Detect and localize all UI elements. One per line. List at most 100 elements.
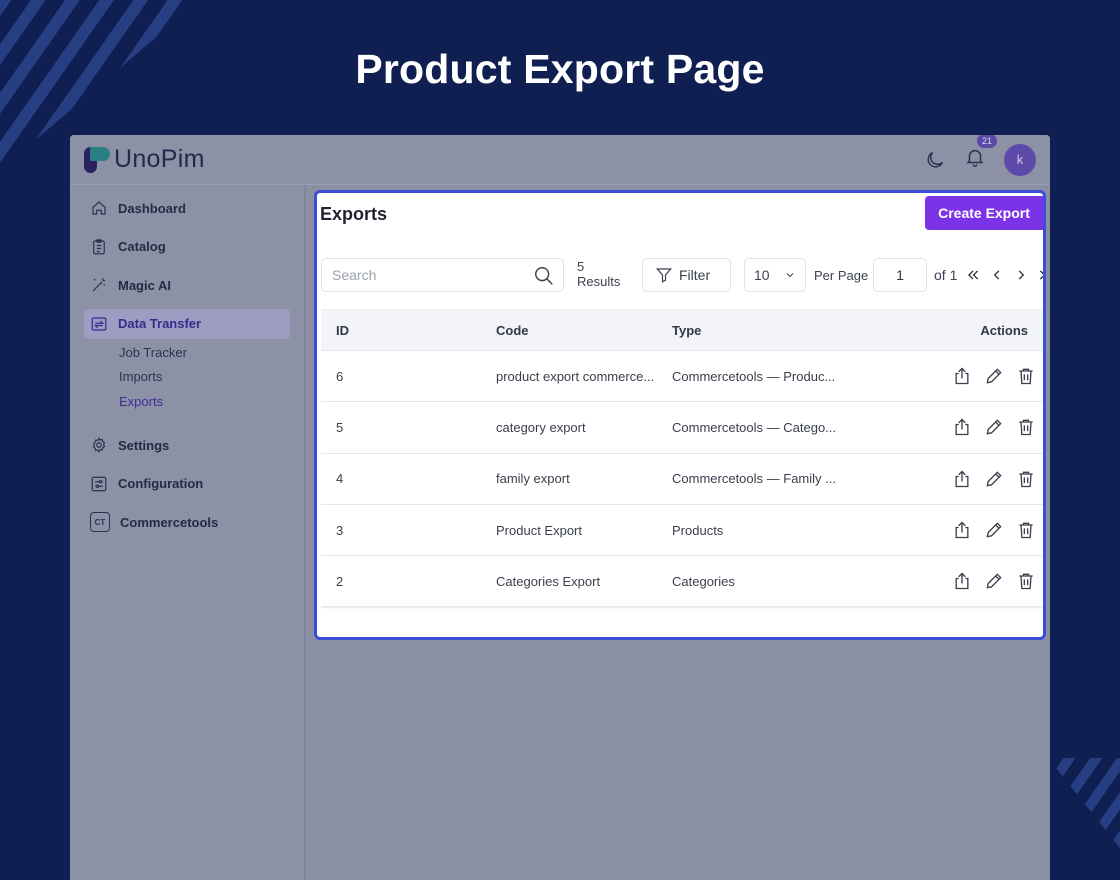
- row-actions: [847, 416, 1043, 438]
- next-page-button[interactable]: [1014, 266, 1028, 284]
- sidebar-subitem-imports[interactable]: Imports: [70, 365, 304, 390]
- export-action-button[interactable]: [951, 519, 973, 541]
- export-action-button[interactable]: [951, 570, 973, 592]
- first-page-button[interactable]: [966, 266, 980, 284]
- exports-panel: Exports Create Export 5 Results Filter 1…: [314, 190, 1046, 640]
- clipboard-icon: [93, 238, 105, 254]
- logo[interactable]: UnoPim: [84, 145, 205, 174]
- sidebar-item-settings[interactable]: Settings: [84, 430, 290, 460]
- gear-icon: [92, 437, 106, 453]
- row-type: Commercetools — Produc...: [672, 368, 836, 384]
- row-id: 2: [336, 573, 344, 589]
- sidebar-item-commercetools[interactable]: CT Commercetools: [84, 507, 290, 537]
- row-code: family export: [496, 471, 570, 487]
- sidebar-subitem-job-tracker[interactable]: Job Tracker: [70, 341, 304, 366]
- sidebar-item-data-transfer[interactable]: Data Transfer: [84, 308, 290, 339]
- pencil-icon: [986, 522, 1002, 538]
- last-page-button[interactable]: [1038, 266, 1043, 284]
- search-box: [321, 258, 564, 292]
- page-total-label: of 1: [934, 267, 958, 283]
- delete-action-button[interactable]: [1015, 468, 1037, 490]
- row-code: Categories Export: [496, 573, 601, 589]
- sliders-icon: [91, 476, 107, 491]
- edit-action-button[interactable]: [983, 468, 1005, 490]
- top-bar-actions: 21 k: [924, 135, 1036, 176]
- table-header: ID Code Type Actions: [321, 309, 1043, 351]
- export-action-button[interactable]: [951, 365, 973, 387]
- moon-icon[interactable]: [924, 149, 946, 171]
- per-page-select[interactable]: 10: [744, 258, 806, 292]
- per-page-label: Per Page: [814, 268, 869, 283]
- user-avatar[interactable]: k: [1004, 143, 1036, 176]
- sidebar-item-dashboard[interactable]: Dashboard: [84, 193, 290, 223]
- column-header-actions: Actions: [980, 322, 1028, 338]
- row-id: 5: [336, 419, 344, 435]
- export-action-button[interactable]: [951, 468, 973, 490]
- row-actions: [847, 519, 1043, 541]
- edit-action-button[interactable]: [983, 365, 1005, 387]
- edit-action-button[interactable]: [983, 416, 1005, 438]
- unopim-logo-icon: [84, 146, 110, 173]
- trash-icon: [1019, 420, 1033, 436]
- trash-icon: [1019, 522, 1033, 539]
- sidebar-item-magic-ai[interactable]: Magic AI: [84, 270, 290, 300]
- row-code: Product Export: [496, 522, 582, 538]
- share-export-icon: [955, 521, 969, 539]
- search-input[interactable]: [332, 267, 522, 283]
- results-number: 5: [577, 259, 585, 274]
- page-number-input[interactable]: [873, 258, 927, 292]
- row-id: 3: [336, 522, 344, 538]
- create-export-button[interactable]: Create Export: [925, 196, 1043, 230]
- table-row: 2 Categories Export Categories: [321, 556, 1043, 608]
- trash-icon: [1019, 471, 1033, 487]
- ct-icon: CT: [90, 512, 110, 532]
- previous-page-button[interactable]: [990, 266, 1004, 284]
- data-transfer-icon: [91, 316, 107, 331]
- page-heading: Product Export Page: [355, 46, 765, 92]
- row-code: category export: [496, 419, 586, 435]
- row-type: Commercetools — Family ...: [672, 471, 836, 487]
- export-action-button[interactable]: [951, 416, 973, 438]
- sidebar-item-label: Commercetools: [120, 514, 219, 530]
- row-code: product export commerce...: [496, 368, 655, 384]
- row-actions: [847, 570, 1043, 592]
- sidebar-item-catalog[interactable]: Catalog: [84, 232, 290, 262]
- filter-label: Filter: [679, 267, 711, 283]
- table-row: 4 family export Commercetools — Family .…: [321, 454, 1043, 505]
- sidebar-item-label: Data Transfer: [118, 316, 202, 331]
- column-header-type[interactable]: Type: [671, 323, 847, 338]
- delete-action-button[interactable]: [1015, 416, 1037, 438]
- chevron-left-icon: [993, 270, 1000, 280]
- logo-text: UnoPim: [114, 145, 205, 173]
- row-actions: [847, 468, 1043, 490]
- results-count: 5 Results: [577, 259, 620, 289]
- pencil-icon: [986, 573, 1002, 589]
- notifications-button[interactable]: 21: [964, 135, 997, 173]
- delete-action-button[interactable]: [1015, 365, 1037, 387]
- filter-button[interactable]: Filter: [642, 258, 731, 292]
- sidebar: Dashboard Catalog Magic AI Data Transfer…: [70, 185, 306, 880]
- edit-action-button[interactable]: [983, 519, 1005, 541]
- pencil-icon: [986, 419, 1002, 435]
- results-label: Results: [577, 274, 621, 289]
- edit-action-button[interactable]: [983, 570, 1005, 592]
- row-id: 4: [336, 471, 344, 487]
- top-bar: UnoPim 21 k: [70, 135, 1050, 185]
- column-header-id[interactable]: ID: [321, 323, 496, 338]
- chevron-down-icon: [786, 273, 793, 278]
- sidebar-item-configuration[interactable]: Configuration: [84, 469, 290, 499]
- share-export-icon: [955, 367, 969, 385]
- sidebar-item-label: Settings: [118, 437, 170, 453]
- filter-icon: [655, 268, 673, 283]
- double-chevron-left-icon: [968, 270, 979, 280]
- share-export-icon: [955, 572, 969, 590]
- share-export-icon: [955, 418, 969, 436]
- delete-action-button[interactable]: [1015, 519, 1037, 541]
- table-row: 3 Product Export Products: [321, 505, 1043, 557]
- table-body: 6 product export commerce... Commercetoo…: [321, 351, 1043, 608]
- row-id: 6: [336, 368, 344, 384]
- column-header-code[interactable]: Code: [496, 323, 671, 338]
- delete-action-button[interactable]: [1015, 570, 1037, 592]
- search-icon[interactable]: [533, 265, 555, 287]
- sidebar-subitem-exports[interactable]: Exports: [70, 390, 304, 415]
